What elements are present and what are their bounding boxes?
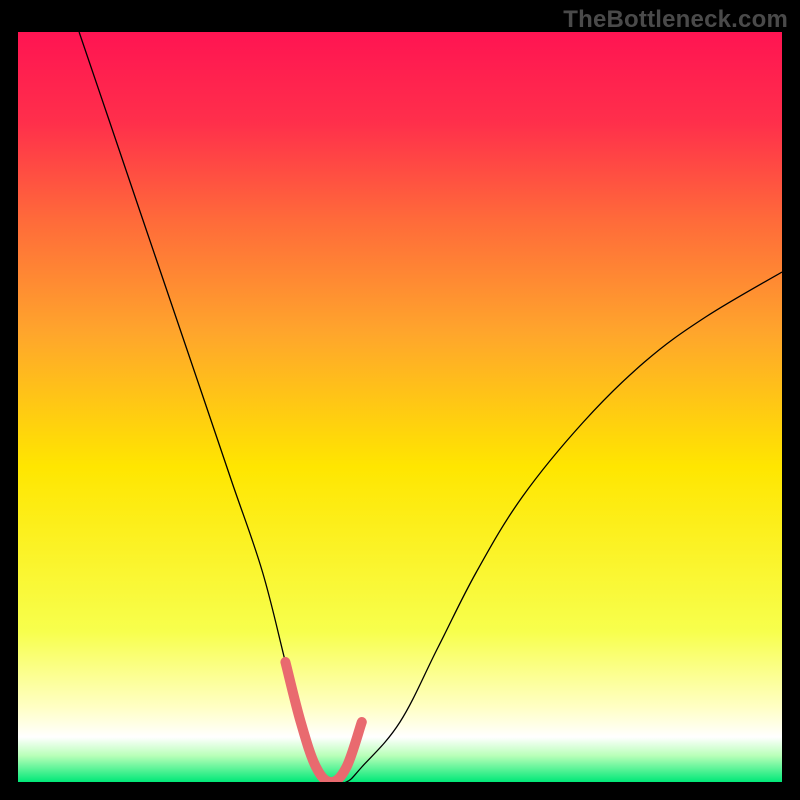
plot-svg bbox=[18, 32, 782, 782]
bottleneck-plot bbox=[18, 32, 782, 782]
gradient-background bbox=[18, 32, 782, 782]
watermark-text: TheBottleneck.com bbox=[563, 6, 788, 34]
chart-frame: TheBottleneck.com bbox=[0, 0, 800, 800]
